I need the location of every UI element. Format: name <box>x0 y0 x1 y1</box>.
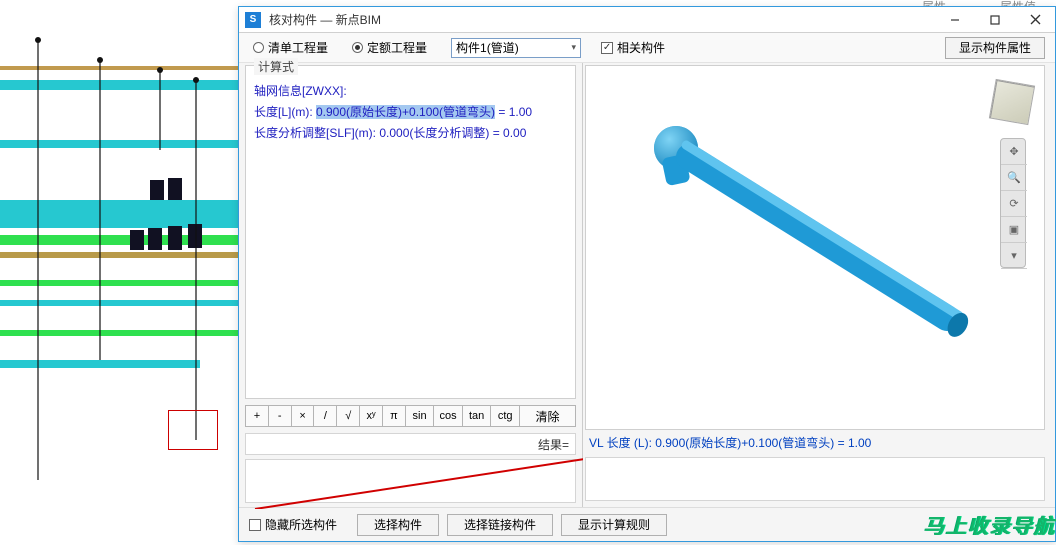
radio-label: 清单工程量 <box>268 39 328 56</box>
calc-cos-button[interactable]: cos <box>433 405 462 427</box>
preview-3d[interactable]: ✥ 🔍 ⟳ ▣ ▾ <box>585 65 1045 430</box>
select-link-component-button[interactable]: 选择链接构件 <box>447 514 553 536</box>
chevron-down-icon: ▾ <box>572 42 577 53</box>
calc-plus-button[interactable]: + <box>245 405 268 427</box>
group-title: 计算式 <box>254 58 298 75</box>
nav-more-icon[interactable]: ▾ <box>1001 243 1027 269</box>
calc-ctg-button[interactable]: ctg <box>490 405 519 427</box>
preview-pane: ✥ 🔍 ⟳ ▣ ▾ VL 长度 (L): 0.900(原始长度)+0.100(管… <box>583 63 1055 507</box>
combo-value: 构件1(管道) <box>456 39 519 56</box>
checkbox-related-components[interactable]: 相关构件 <box>601 39 665 56</box>
titlebar: S 核对构件 — 新点BIM <box>239 7 1055 33</box>
radio-quota-quantity[interactable]: 定额工程量 <box>352 39 427 56</box>
checkbox-icon <box>249 519 261 531</box>
check-component-dialog: S 核对构件 — 新点BIM 清单工程量 定额工程量 构件1(管道) ▾ 相 <box>238 6 1056 542</box>
calc-pow-button[interactable]: xʸ <box>359 405 382 427</box>
calc-multiply-button[interactable]: × <box>291 405 314 427</box>
option-row: 清单工程量 定额工程量 构件1(管道) ▾ 相关构件 显示构件属性 <box>239 33 1055 63</box>
formula-line-adjust: 长度分析调整[SLF](m): 0.000(长度分析调整) = 0.00 <box>254 124 567 141</box>
calc-minus-button[interactable]: - <box>268 405 291 427</box>
window-title: 核对构件 — 新点BIM <box>269 11 935 28</box>
nav-orbit-icon[interactable]: ⟳ <box>1001 191 1027 217</box>
minimize-button[interactable] <box>935 7 975 33</box>
nav-cone-icon[interactable]: ▣ <box>1001 217 1027 243</box>
formula-line-axis: 轴网信息[ZWXX]: <box>254 82 567 99</box>
calc-sqrt-button[interactable]: √ <box>336 405 359 427</box>
calculator-row: + - × / √ xʸ π sin cos tan ctg 清除 <box>245 405 576 427</box>
calc-pi-button[interactable]: π <box>382 405 405 427</box>
formula-line-length: 长度[L](m): 0.900(原始长度)+0.100(管道弯头) = 1.00 <box>254 103 567 120</box>
nav-pan-icon[interactable]: ✥ <box>1001 139 1027 165</box>
calc-divide-button[interactable]: / <box>313 405 336 427</box>
maximize-button[interactable] <box>975 7 1015 33</box>
checkbox-hide-selected[interactable]: 隐藏所选构件 <box>249 516 337 533</box>
checkbox-label: 相关构件 <box>617 39 665 56</box>
calc-tan-button[interactable]: tan <box>462 405 491 427</box>
bottom-button-row: 隐藏所选构件 选择构件 选择链接构件 显示计算规则 <box>239 507 1055 541</box>
nav-zoom-icon[interactable]: 🔍 <box>1001 165 1027 191</box>
calc-sin-button[interactable]: sin <box>405 405 434 427</box>
radio-list-quantity[interactable]: 清单工程量 <box>253 39 328 56</box>
expression-input[interactable] <box>245 459 576 503</box>
highlighted-segment: 0.900(原始长度)+0.100(管道弯头) <box>316 105 495 119</box>
checkbox-label: 隐藏所选构件 <box>265 516 337 533</box>
calc-clear-button[interactable]: 清除 <box>519 405 576 427</box>
app-icon: S <box>245 12 261 28</box>
show-component-props-button[interactable]: 显示构件属性 <box>945 37 1045 59</box>
component-select-combo[interactable]: 构件1(管道) ▾ <box>451 38 581 58</box>
checkbox-icon <box>601 42 613 54</box>
label: 长度[L](m): <box>254 105 316 119</box>
background-3d-model <box>0 0 238 545</box>
orientation-cube-icon[interactable] <box>989 79 1035 125</box>
view-nav-bar[interactable]: ✥ 🔍 ⟳ ▣ ▾ <box>1000 138 1026 268</box>
preview-status-text: VL 长度 (L): 0.900(原始长度)+0.100(管道弯头) = 1.0… <box>585 432 1045 457</box>
tail: = 1.00 <box>495 105 532 119</box>
pipe-3d-icon <box>596 88 1036 418</box>
radio-label: 定额工程量 <box>367 39 427 56</box>
preview-input[interactable] <box>585 457 1045 501</box>
formula-pane: 计算式 轴网信息[ZWXX]: 长度[L](m): 0.900(原始长度)+0.… <box>239 63 583 507</box>
formula-group: 计算式 轴网信息[ZWXX]: 长度[L](m): 0.900(原始长度)+0.… <box>245 65 576 399</box>
close-button[interactable] <box>1015 7 1055 33</box>
show-calc-rules-button[interactable]: 显示计算规则 <box>561 514 667 536</box>
result-label: 结果= <box>538 436 569 453</box>
select-component-button[interactable]: 选择构件 <box>357 514 439 536</box>
result-row: 结果= <box>245 433 576 455</box>
selection-rect <box>168 410 218 450</box>
